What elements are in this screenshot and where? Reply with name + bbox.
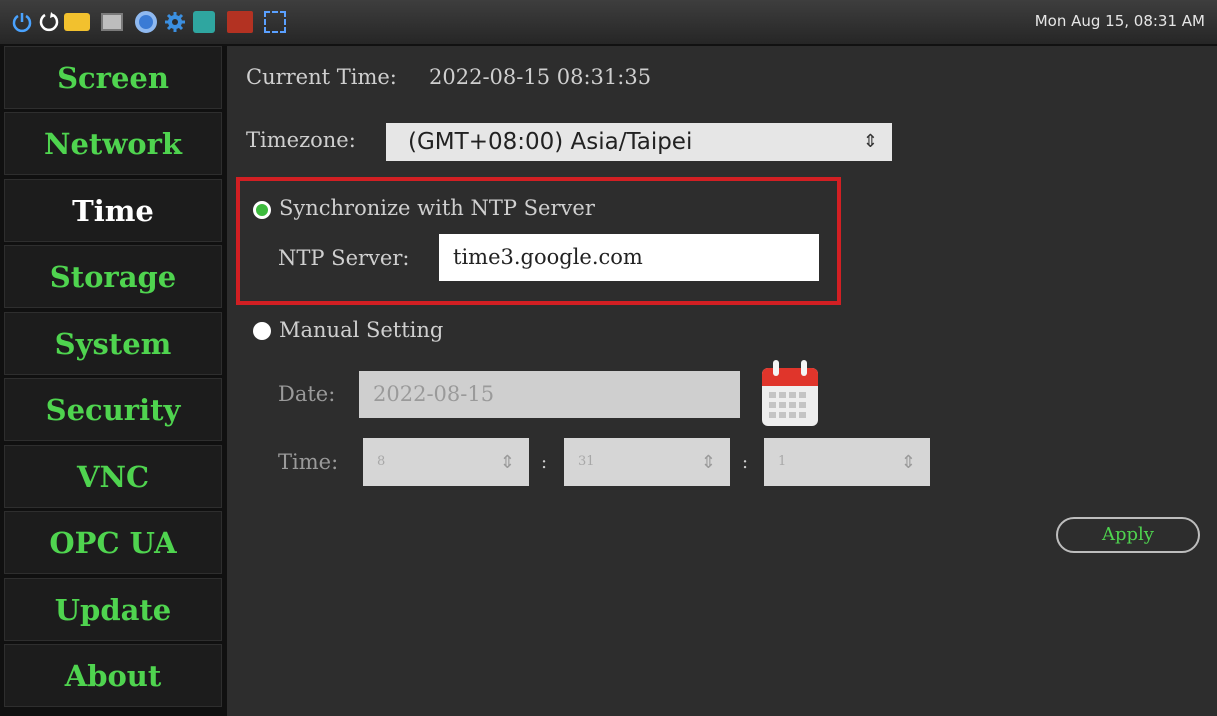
tightvnc-icon[interactable] [227,11,253,33]
hour-spinbox[interactable]: 8 ⇕ [363,438,529,486]
date-input[interactable]: 2022-08-15 [359,371,740,418]
ntp-radio[interactable] [253,201,271,219]
hour-value: 8 [377,454,386,469]
ntp-option-label[interactable]: Synchronize with NTP Server [279,196,595,220]
sidebar-item-storage[interactable]: Storage [4,245,222,308]
settings-gear-icon[interactable] [164,11,186,33]
nxp-app-icon[interactable] [64,13,90,31]
sidebar-item-update[interactable]: Update [4,578,222,641]
minute-spinbox[interactable]: 31 ⇕ [564,438,730,486]
current-time-label: Current Time: [246,65,397,89]
chromium-icon[interactable] [135,11,157,33]
calendar-icon[interactable] [760,358,820,428]
chevron-up-down-icon: ⇕ [900,452,916,473]
sidebar-item-system[interactable]: System [4,312,222,375]
time-separator: : [742,452,749,473]
sidebar-item-vnc[interactable]: VNC [4,445,222,508]
ntp-server-input[interactable]: time3.google.com [439,234,819,281]
search-app-icon[interactable] [193,11,215,33]
terminal-icon[interactable] [101,13,123,31]
chevron-up-down-icon: ⇕ [499,452,515,473]
sidebar-item-security[interactable]: Security [4,378,222,441]
sidebar-item-time[interactable]: Time [4,179,222,242]
timezone-select[interactable]: (GMT+08:00) Asia/Taipei ⇕ [386,123,892,161]
power-icon[interactable] [11,11,33,33]
sidebar-item-about[interactable]: About [4,644,222,707]
current-time-value: 2022-08-15 08:31:35 [429,65,652,89]
second-value: 1 [778,454,787,469]
chevron-up-down-icon: ⇕ [862,131,878,152]
taskbar: Mon Aug 15, 08:31 AM [0,0,1217,46]
second-spinbox[interactable]: 1 ⇕ [764,438,930,486]
manual-radio[interactable] [253,322,271,340]
manual-option-label[interactable]: Manual Setting [279,318,443,342]
chevron-up-down-icon: ⇕ [700,452,716,473]
clock: Mon Aug 15, 08:31 AM [1034,12,1205,30]
minute-value: 31 [578,454,595,469]
sidebar-item-opc-ua[interactable]: OPC UA [4,511,222,574]
timezone-label: Timezone: [246,128,356,152]
ntp-server-label: NTP Server: [278,246,410,270]
restart-icon[interactable] [38,11,60,33]
apply-button[interactable]: Apply [1056,517,1200,553]
time-label: Time: [278,450,339,474]
sidebar-item-network[interactable]: Network [4,112,222,175]
sidebar: Screen Network Time Storage System Secur… [0,46,227,716]
sidebar-item-screen[interactable]: Screen [4,46,222,109]
timezone-value: (GMT+08:00) Asia/Taipei [408,129,693,155]
time-settings-panel: Current Time: 2022-08-15 08:31:35 Timezo… [227,46,1217,716]
screenshot-select-icon[interactable] [264,11,286,33]
time-separator: : [541,452,548,473]
date-label: Date: [278,382,336,406]
